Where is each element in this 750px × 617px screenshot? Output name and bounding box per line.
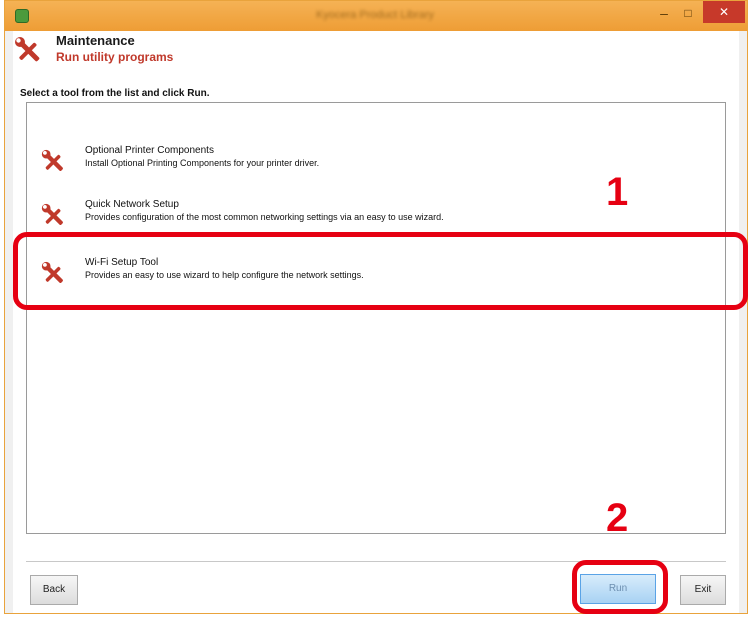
callout-highlight-step-2: [572, 560, 668, 614]
tools-icon: [41, 203, 63, 225]
callout-highlight-step-1: [13, 232, 748, 310]
instruction-text: Select a tool from the list and click Ru…: [20, 88, 210, 99]
maximize-button[interactable]: □: [677, 3, 699, 23]
tools-icon: [15, 37, 40, 62]
exit-button[interactable]: Exit: [680, 575, 726, 605]
tools-icon: [41, 149, 63, 171]
minimize-button[interactable]: –: [653, 3, 675, 23]
callout-number-1: 1: [606, 170, 629, 214]
page-subtitle: Run utility programs: [56, 50, 174, 64]
tool-list: Optional Printer Components Install Opti…: [26, 102, 726, 534]
title-bar[interactable]: Kyocera Product Library – □ ✕: [5, 1, 747, 31]
page-title: Maintenance: [56, 33, 135, 48]
app-icon: [15, 9, 29, 23]
callout-number-2: 2: [606, 496, 629, 540]
tool-name: Optional Printer Components: [85, 145, 214, 156]
window-title: Kyocera Product Library: [316, 9, 434, 21]
tool-description: Install Optional Printing Components for…: [85, 158, 320, 168]
back-button[interactable]: Back: [30, 575, 78, 605]
tool-name: Quick Network Setup: [85, 199, 179, 210]
tool-description: Provides configuration of the most commo…: [85, 212, 444, 222]
close-button[interactable]: ✕: [703, 1, 745, 23]
